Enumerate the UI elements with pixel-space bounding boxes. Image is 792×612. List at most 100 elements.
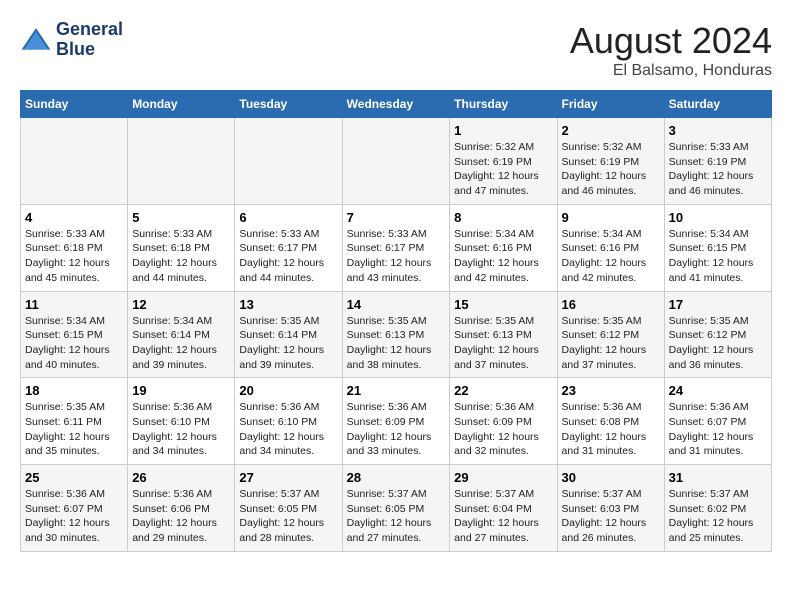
calendar-cell: 24Sunrise: 5:36 AM Sunset: 6:07 PM Dayli… [664,378,771,465]
day-info: Sunrise: 5:34 AM Sunset: 6:16 PM Dayligh… [454,227,552,286]
day-number: 18 [25,383,123,398]
logo-text: General Blue [56,20,123,60]
day-number: 29 [454,470,552,485]
day-number: 17 [669,297,767,312]
day-number: 1 [454,123,552,138]
calendar-cell: 25 Sunrise: 5:36 AM Sunset: 6:07 PM Dayli… [21,465,128,552]
calendar-cell: 1 Sunrise: 5:32 AM Sunset: 6:19 PM Daylig… [450,118,557,205]
day-info: Sunrise: 5:33 AM Sunset: 6:19 PM Dayligh… [669,140,767,199]
day-info: Sunrise: 5:36 AM Sunset: 6:08 PM Dayligh… [562,400,660,459]
calendar-cell: 30Sunrise: 5:37 AM Sunset: 6:03 PM Dayli… [557,465,664,552]
day-info: Sunrise: 5:33 AM Sunset: 6:17 PM Dayligh… [239,227,337,286]
calendar-week-row: 4 Sunrise: 5:33 AM Sunset: 6:18 PM Daylig… [21,204,772,291]
title-block: August 2024 El Balsamo, Honduras [570,20,772,80]
calendar-cell: 15 Sunrise: 5:35 AM Sunset: 6:13 PM Dayli… [450,291,557,378]
main-title: August 2024 [570,20,772,62]
day-header-sunday: Sunday [21,91,128,118]
calendar-cell: 29 Sunrise: 5:37 AM Sunset: 6:04 PM Dayli… [450,465,557,552]
logo-line2: Blue [56,40,123,60]
day-number: 22 [454,383,552,398]
day-number: 4 [25,210,123,225]
calendar-cell [342,118,450,205]
day-number: 14 [347,297,446,312]
day-info: Sunrise: 5:35 AM Sunset: 6:13 PM Dayligh… [454,314,552,373]
calendar-cell: 17 Sunrise: 5:35 AM Sunset: 6:12 PM Dayli… [664,291,771,378]
day-info: Sunrise: 5:36 AM Sunset: 6:09 PM Dayligh… [454,400,552,459]
day-info: Sunrise: 5:37 AM Sunset: 6:03 PM Dayligh… [562,487,660,546]
day-info: Sunrise: 5:33 AM Sunset: 6:18 PM Dayligh… [25,227,123,286]
day-header-saturday: Saturday [664,91,771,118]
calendar-body: 1 Sunrise: 5:32 AM Sunset: 6:19 PM Daylig… [21,118,772,552]
calendar-cell: 5 Sunrise: 5:33 AM Sunset: 6:18 PM Daylig… [128,204,235,291]
day-header-monday: Monday [128,91,235,118]
day-number: 16 [562,297,660,312]
day-info: Sunrise: 5:37 AM Sunset: 6:02 PM Dayligh… [669,487,767,546]
calendar-cell: 18 Sunrise: 5:35 AM Sunset: 6:11 PM Dayli… [21,378,128,465]
calendar-week-row: 18 Sunrise: 5:35 AM Sunset: 6:11 PM Dayli… [21,378,772,465]
calendar-cell: 7Sunrise: 5:33 AM Sunset: 6:17 PM Daylig… [342,204,450,291]
day-info: Sunrise: 5:35 AM Sunset: 6:11 PM Dayligh… [25,400,123,459]
calendar-cell: 27 Sunrise: 5:37 AM Sunset: 6:05 PM Dayli… [235,465,342,552]
calendar-header-row: SundayMondayTuesdayWednesdayThursdayFrid… [21,91,772,118]
day-number: 5 [132,210,230,225]
calendar-cell: 2Sunrise: 5:32 AM Sunset: 6:19 PM Daylig… [557,118,664,205]
logo-icon [20,24,52,56]
day-number: 12 [132,297,230,312]
calendar-table: SundayMondayTuesdayWednesdayThursdayFrid… [20,90,772,552]
page-header: General Blue August 2024 El Balsamo, Hon… [20,20,772,80]
day-number: 13 [239,297,337,312]
day-info: Sunrise: 5:37 AM Sunset: 6:05 PM Dayligh… [239,487,337,546]
day-number: 9 [562,210,660,225]
day-info: Sunrise: 5:36 AM Sunset: 6:10 PM Dayligh… [239,400,337,459]
day-info: Sunrise: 5:35 AM Sunset: 6:12 PM Dayligh… [669,314,767,373]
day-number: 26 [132,470,230,485]
day-info: Sunrise: 5:34 AM Sunset: 6:14 PM Dayligh… [132,314,230,373]
day-number: 19 [132,383,230,398]
day-info: Sunrise: 5:34 AM Sunset: 6:15 PM Dayligh… [25,314,123,373]
calendar-cell: 8 Sunrise: 5:34 AM Sunset: 6:16 PM Daylig… [450,204,557,291]
calendar-cell [128,118,235,205]
calendar-cell: 20 Sunrise: 5:36 AM Sunset: 6:10 PM Dayli… [235,378,342,465]
day-number: 3 [669,123,767,138]
day-info: Sunrise: 5:37 AM Sunset: 6:04 PM Dayligh… [454,487,552,546]
day-number: 10 [669,210,767,225]
day-number: 20 [239,383,337,398]
day-info: Sunrise: 5:34 AM Sunset: 6:16 PM Dayligh… [562,227,660,286]
day-info: Sunrise: 5:35 AM Sunset: 6:12 PM Dayligh… [562,314,660,373]
calendar-cell: 19 Sunrise: 5:36 AM Sunset: 6:10 PM Dayli… [128,378,235,465]
calendar-week-row: 11Sunrise: 5:34 AM Sunset: 6:15 PM Dayli… [21,291,772,378]
calendar-cell: 21Sunrise: 5:36 AM Sunset: 6:09 PM Dayli… [342,378,450,465]
calendar-cell: 31 Sunrise: 5:37 AM Sunset: 6:02 PM Dayli… [664,465,771,552]
day-number: 2 [562,123,660,138]
day-info: Sunrise: 5:36 AM Sunset: 6:07 PM Dayligh… [669,400,767,459]
day-info: Sunrise: 5:35 AM Sunset: 6:13 PM Dayligh… [347,314,446,373]
day-info: Sunrise: 5:36 AM Sunset: 6:10 PM Dayligh… [132,400,230,459]
day-info: Sunrise: 5:32 AM Sunset: 6:19 PM Dayligh… [454,140,552,199]
calendar-cell: 3 Sunrise: 5:33 AM Sunset: 6:19 PM Daylig… [664,118,771,205]
calendar-cell: 11Sunrise: 5:34 AM Sunset: 6:15 PM Dayli… [21,291,128,378]
calendar-cell: 14 Sunrise: 5:35 AM Sunset: 6:13 PM Dayli… [342,291,450,378]
day-number: 28 [347,470,446,485]
calendar-cell: 28Sunrise: 5:37 AM Sunset: 6:05 PM Dayli… [342,465,450,552]
day-info: Sunrise: 5:36 AM Sunset: 6:07 PM Dayligh… [25,487,123,546]
calendar-cell: 23 Sunrise: 5:36 AM Sunset: 6:08 PM Dayli… [557,378,664,465]
day-header-tuesday: Tuesday [235,91,342,118]
calendar-cell: 16 Sunrise: 5:35 AM Sunset: 6:12 PM Dayli… [557,291,664,378]
calendar-cell: 10Sunrise: 5:34 AM Sunset: 6:15 PM Dayli… [664,204,771,291]
day-info: Sunrise: 5:33 AM Sunset: 6:18 PM Dayligh… [132,227,230,286]
day-number: 27 [239,470,337,485]
day-info: Sunrise: 5:35 AM Sunset: 6:14 PM Dayligh… [239,314,337,373]
calendar-cell: 4 Sunrise: 5:33 AM Sunset: 6:18 PM Daylig… [21,204,128,291]
calendar-cell: 6 Sunrise: 5:33 AM Sunset: 6:17 PM Daylig… [235,204,342,291]
calendar-cell: 13 Sunrise: 5:35 AM Sunset: 6:14 PM Dayli… [235,291,342,378]
day-number: 15 [454,297,552,312]
day-number: 25 [25,470,123,485]
day-number: 23 [562,383,660,398]
day-number: 7 [347,210,446,225]
day-number: 8 [454,210,552,225]
calendar-cell: 12 Sunrise: 5:34 AM Sunset: 6:14 PM Dayli… [128,291,235,378]
calendar-cell: 22 Sunrise: 5:36 AM Sunset: 6:09 PM Dayli… [450,378,557,465]
day-number: 31 [669,470,767,485]
day-number: 6 [239,210,337,225]
day-header-thursday: Thursday [450,91,557,118]
